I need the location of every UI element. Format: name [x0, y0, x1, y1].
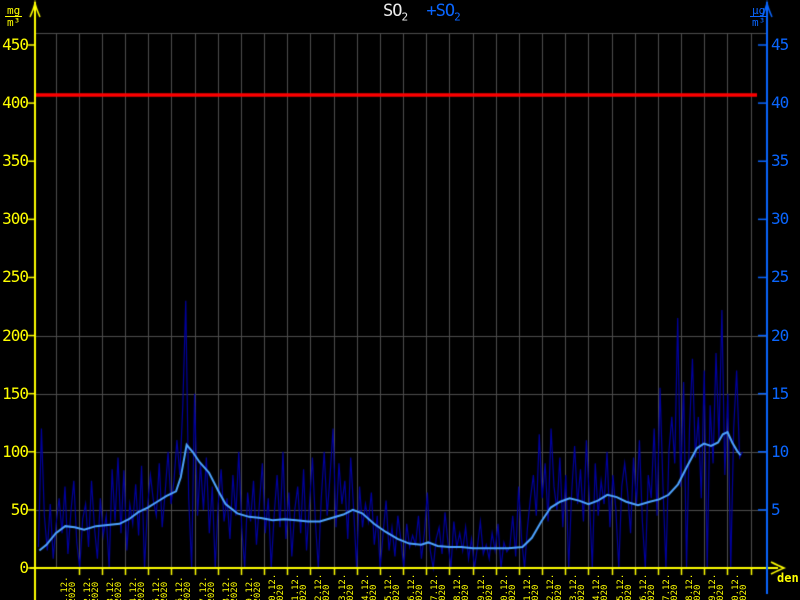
x-axis-date-label: 8.12. 2020 — [221, 576, 240, 600]
y-axis-left-tick-label: 250 — [2, 267, 29, 287]
y-axis-left-tick-label: 0 — [19, 558, 29, 577]
x-axis-date-label: 14.12. 2020 — [360, 573, 379, 600]
x-axis-date-label: 17.12. 2020 — [430, 573, 449, 600]
y-axis-right-tick-label: 5 — [771, 499, 781, 519]
y-axis-left-tick-label: 400 — [2, 93, 29, 113]
x-axis-date-label: 2.12. 2020 — [82, 576, 101, 600]
left-axis-unit-denominator: m³ — [7, 16, 21, 29]
x-axis-date-label: 7.12. 2020 — [198, 576, 217, 600]
chart-title: SO2 +SO2 — [383, 2, 461, 26]
x-axis-date-label: 10.12. 2020 — [268, 573, 287, 600]
x-axis-date-label: 9.12. 2020 — [244, 576, 263, 600]
y-axis-right-tick-label: 15 — [771, 383, 789, 403]
x-axis-date-label: 29.12. 2020 — [708, 573, 727, 600]
x-axis-date-label: 11.12. 2020 — [291, 573, 310, 600]
series-label-so2-right: +SO2 — [426, 1, 461, 24]
series-label-so2-left: SO2 — [383, 1, 409, 24]
y-axis-right-tick-label: 45 — [771, 35, 789, 54]
x-axis-date-label: 5.12. 2020 — [152, 576, 171, 600]
x-axis-date-label: 25.12. 2020 — [615, 573, 634, 600]
y-axis-left-tick-label: 150 — [2, 383, 29, 403]
y-axis-right-tick-label: 25 — [771, 267, 789, 287]
y-axis-left-tick-label: 100 — [2, 441, 29, 461]
x-axis-date-label: 23.12. 2020 — [569, 573, 588, 600]
y-axis-left-tick-label: 300 — [2, 209, 29, 229]
x-axis-date-label: 12.12. 2020 — [314, 573, 333, 600]
x-axis-date-label: 3.12. 2020 — [105, 576, 124, 600]
x-axis-date-label: 27.12. 2020 — [661, 573, 680, 600]
y-axis-left-tick-label: 350 — [2, 151, 29, 171]
x-axis-date-label: 13.12. 2020 — [337, 573, 356, 600]
x-axis-date-label: 21.12. 2020 — [522, 573, 541, 600]
x-axis-date-label: 1.12. 2020 — [59, 576, 78, 600]
chart-canvas — [0, 0, 800, 600]
y-axis-left-tick-label: 50 — [10, 499, 29, 519]
x-axis-label: den — [777, 571, 799, 585]
y-axis-left-tick-label: 200 — [2, 325, 29, 345]
x-axis-date-label: 26.12. 2020 — [638, 573, 657, 600]
left-axis-unit: mg m³ — [5, 5, 23, 29]
x-axis-date-label: 19.12. 2020 — [476, 573, 495, 600]
so2-concentration-chart: SO2 +SO2 mg m³ µg m³ 450 400 350 300 250 200 1… — [0, 0, 800, 600]
x-axis-date-label: 15.12. 2020 — [383, 573, 402, 600]
x-axis-date-label: 16.12. 2020 — [407, 573, 426, 600]
y-axis-right-tick-label: 30 — [771, 209, 789, 229]
x-axis-date-label: 24.12. 2020 — [592, 573, 611, 600]
y-axis-left-tick-label: 450 — [2, 35, 29, 54]
x-axis-date-label: 30.12. 2020 — [731, 573, 750, 600]
x-axis-date-label: 6.12. 2020 — [175, 576, 194, 600]
right-axis-unit: µg m³ — [750, 5, 768, 29]
x-axis-date-label: 4.12. 2020 — [129, 576, 147, 600]
x-axis-date-label: 22.12. 2020 — [546, 573, 565, 600]
x-axis-date-label: 28.12. 2020 — [685, 573, 704, 600]
y-axis-right-tick-label: 10 — [771, 441, 789, 461]
right-axis-unit-denominator: m³ — [752, 16, 766, 29]
y-axis-right-tick-label: 40 — [771, 93, 789, 113]
x-axis-date-label: 18.12. 2020 — [453, 573, 472, 600]
y-axis-right-tick-label: 35 — [771, 151, 789, 171]
y-axis-right-tick-label: 20 — [771, 325, 789, 345]
x-axis-date-label: 20.12. 2020 — [499, 573, 518, 600]
